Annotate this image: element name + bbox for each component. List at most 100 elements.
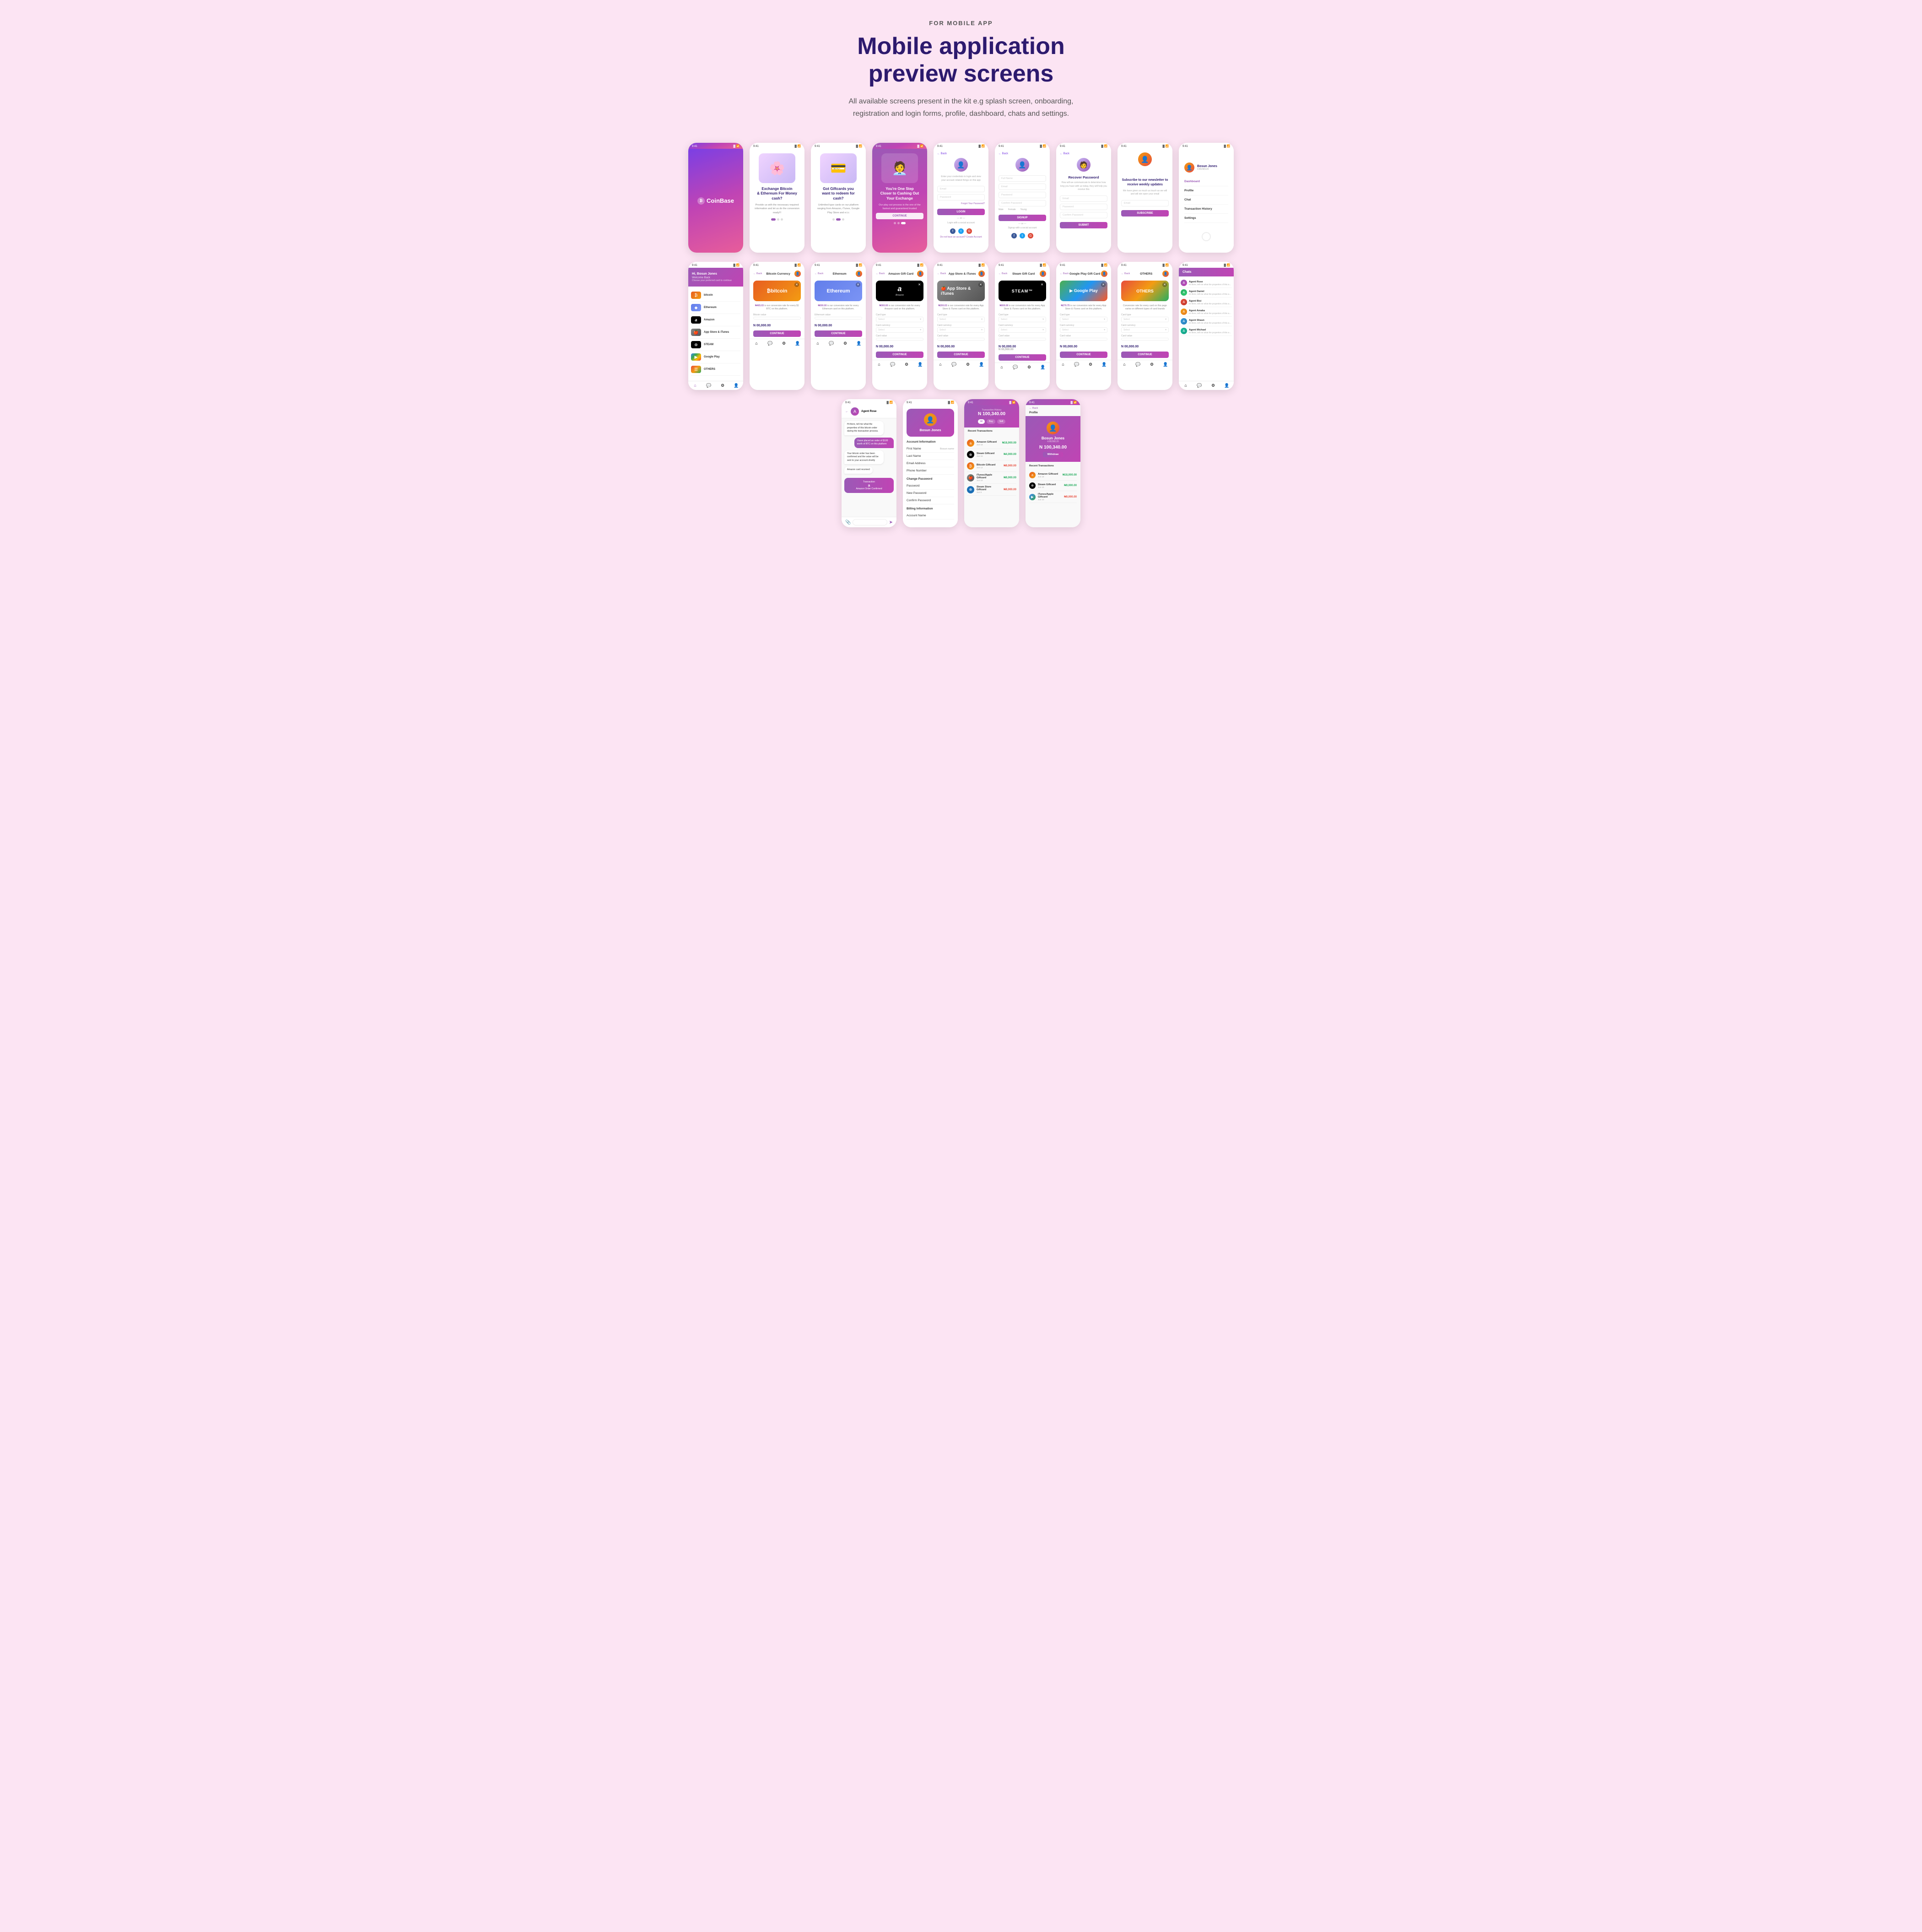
nav-profile[interactable]: Profile [1184,186,1228,195]
password-field[interactable]: Password [999,192,1046,198]
list-item[interactable]: ▶ iTunes/Apple Giftcard Jun 10 ₦9,000.00 [1029,491,1077,503]
bottom-nav-home[interactable]: ⌂ [995,365,1009,370]
close-icon[interactable]: ✕ [856,282,860,287]
filter-sell[interactable]: Sell [997,419,1005,424]
card-value-input[interactable] [1060,338,1107,341]
list-item[interactable]: ⊕ Steam Giftcard Jun 16 ₦4,000.00 [967,449,1016,460]
list-item[interactable]: 🍎 iTunes/Apple Giftcard Jun 10 ₦9,000.00 [967,472,1016,484]
bottom-nav-chat[interactable]: 💬 [825,341,838,346]
card-value-input[interactable] [937,338,985,341]
forgot-password-link[interactable]: Forgot Your Password? [937,202,985,205]
bottom-nav-home[interactable]: ⌂ [1118,362,1131,367]
card-value-input[interactable] [999,338,1046,341]
bottom-nav-settings[interactable]: ⚙ [1022,365,1036,370]
back-button[interactable]: ← Back [1060,272,1069,275]
settings-item[interactable]: Account Name [907,512,954,520]
bottom-nav-settings[interactable]: ⚙ [1084,362,1097,367]
bottom-nav-chat[interactable]: 💬 [947,362,961,367]
bottom-nav-settings[interactable]: ⚙ [1145,362,1159,367]
bottom-nav-profile[interactable]: 👤 [1159,362,1172,367]
card-value-input[interactable] [876,338,923,341]
bottom-nav-settings[interactable]: ⚙ [900,362,913,367]
settings-item[interactable]: Email Address [907,460,954,467]
back-button[interactable]: ← [845,410,848,413]
close-icon[interactable]: ✕ [794,282,799,287]
card-currency-input[interactable]: Select▾ [937,327,985,333]
list-item[interactable]: A Agent Rose Hi there, tell me what the … [1181,278,1232,288]
continue-button[interactable]: CONTINUE [999,354,1046,361]
confirm-password-field[interactable]: Confirm Password [1060,212,1107,218]
facebook-icon[interactable]: f [1011,233,1017,238]
google-icon[interactable]: G [1028,233,1033,238]
bottom-nav-chat[interactable]: 💬 [1070,362,1084,367]
list-item[interactable]: A Agent Shaun Hi there, tell me what the… [1181,317,1232,326]
submit-button[interactable]: SUBMIT [1060,222,1107,228]
subscribe-email[interactable]: Email [1121,200,1169,206]
email-field[interactable]: Email [999,184,1046,190]
back-button[interactable]: ← Back [1060,152,1107,155]
bottom-nav-home[interactable]: ⌂ [872,362,886,367]
continue-button[interactable]: CONTINUE [876,352,923,358]
continue-button[interactable]: CONTINUE [753,330,801,337]
filter-buy[interactable]: Buy [987,419,995,424]
nav-dashboard[interactable]: Dashboard [1184,177,1228,186]
close-icon[interactable]: ✕ [978,282,983,287]
list-item[interactable]: ₿ Bitcoin Giftcard Jun 12 ₦9,000.00 [967,460,1016,472]
bottom-nav-settings[interactable]: ⚙ [716,383,729,388]
settings-item[interactable]: Phone Number [907,467,954,475]
twitter-icon[interactable]: t [1020,233,1025,238]
bottom-nav-settings[interactable]: ⚙ [1206,383,1220,388]
back-button[interactable]: ← Back [1121,272,1130,275]
withdraw-button[interactable]: Withdraw [1043,452,1064,457]
back-button[interactable]: ← Back [876,272,885,275]
card-currency-input[interactable]: Select▾ [1060,327,1107,333]
message-input[interactable] [853,519,887,525]
list-item[interactable]: A Agent Bisi Hi there, tell me what the … [1181,298,1232,307]
card-currency-input[interactable]: Select▾ [999,327,1046,333]
settings-item[interactable]: Password [907,482,954,490]
list-item[interactable]: 🍎 App Store & iTunes [691,326,740,339]
close-icon[interactable]: ✕ [917,282,922,287]
bottom-nav-settings[interactable]: ⚙ [961,362,975,367]
bottom-nav-chat[interactable]: 💬 [702,383,716,388]
filter-all[interactable]: All [978,419,985,424]
close-icon[interactable]: ✕ [1040,282,1044,287]
list-item[interactable]: A Agent Daniel Hi there, tell me what th… [1181,288,1232,298]
list-item[interactable]: ☰ OTHERS [691,363,740,376]
send-icon[interactable]: ➤ [889,520,893,525]
bottom-nav-profile[interactable]: 👤 [791,341,804,346]
settings-item[interactable]: Last Name [907,453,954,460]
continue-button[interactable]: CONTINUE [876,213,923,219]
card-type-input[interactable]: Select▾ [1060,317,1107,322]
password-field[interactable]: Password [1060,204,1107,210]
list-item[interactable]: ⊕ STEAM [691,339,740,351]
settings-item[interactable]: First NameBosun name [907,445,954,453]
list-item[interactable]: a Amazon [691,314,740,326]
bottom-nav-home[interactable]: ⌂ [1056,362,1070,367]
bottom-nav-profile[interactable]: 👤 [1220,383,1234,388]
back-button[interactable]: ← Back [1026,405,1080,411]
ethereum-value-input[interactable] [815,317,862,319]
bottom-nav-home[interactable]: ⌂ [750,341,763,346]
email-field[interactable]: Email [937,186,985,192]
bottom-nav-settings[interactable]: ⚙ [777,341,791,346]
back-button[interactable]: ← Back [937,152,985,155]
back-button[interactable]: ← Back [999,152,1046,155]
continue-button[interactable]: CONTINUE [937,352,985,358]
subscribe-button[interactable]: SUBSCRIBE [1121,210,1169,216]
list-item[interactable]: A Agent Michael Hi there, tell me what t… [1181,326,1232,336]
continue-button[interactable]: CONTINUE [1060,352,1107,358]
nav-chat[interactable]: Chat [1184,195,1228,205]
back-button[interactable]: ← Back [815,272,823,275]
list-item[interactable]: ₿ bitcoin [691,289,740,302]
back-button[interactable]: ← Back [937,272,946,275]
bottom-nav-chat[interactable]: 💬 [886,362,900,367]
list-item[interactable]: a Amazon Giftcard Jun 18 ₦18,000.00 [967,438,1016,449]
card-currency-input[interactable]: Select▾ [1121,327,1169,333]
signup-button[interactable]: SIGNUP [999,215,1046,221]
settings-item[interactable]: Confirm Password [907,497,954,504]
settings-item[interactable]: New Password [907,490,954,497]
bottom-nav-profile[interactable]: 👤 [1097,362,1111,367]
attachment-icon[interactable]: 📎 [845,520,851,525]
card-type-input[interactable]: Select▾ [999,317,1046,322]
